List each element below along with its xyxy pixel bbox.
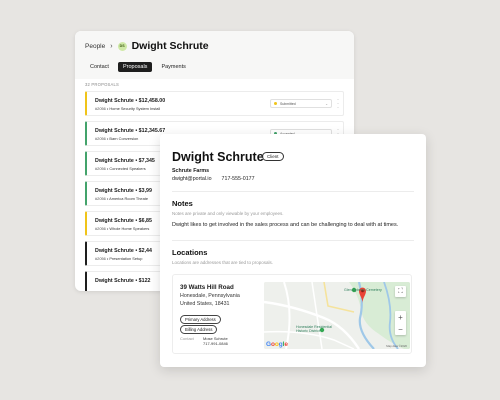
contact-value: Mose Schrute 717-991-0846 <box>203 336 228 346</box>
notes-text[interactable]: Dwight likes to get involved in the sale… <box>172 222 398 228</box>
proposal-subtitle: #2056 • Whole Home Speakers <box>95 226 150 231</box>
map-attribution: Map data ©2020 <box>386 344 407 348</box>
notes-heading: Notes <box>172 199 193 208</box>
tab-bar: Contact Proposals Payments <box>85 62 195 72</box>
proposal-title: Dwight Schrute • $7,345 <box>95 157 155 164</box>
locations-heading: Locations <box>172 248 208 257</box>
contact-info: dwight@portal.io 717-555-0177 <box>172 176 255 182</box>
location-card[interactable]: 39 Watts Hill Road Honesdale, Pennsylvan… <box>172 274 412 354</box>
chevron-down-icon: ⌄ <box>325 102 328 106</box>
billing-address-chip: Billing Address <box>180 325 218 334</box>
proposal-subtitle: #2056 • Connected Speakers <box>95 166 146 171</box>
proposal-subtitle: #2056 • Presentation Setup <box>95 256 143 261</box>
phone-link[interactable]: 717-555-0177 <box>222 176 255 182</box>
proposal-subtitle: #2056 • America Room Theate <box>95 196 148 201</box>
locations-hint: Locations are addresses that are tied to… <box>172 260 274 265</box>
proposal-title: Dwight Schrute • $3,99 <box>95 187 152 194</box>
client-badge: Client <box>262 152 284 161</box>
status-dot-icon <box>274 102 277 105</box>
google-logo: Google <box>266 341 288 348</box>
address-line1: 39 Watts Hill Road <box>180 284 234 291</box>
chevron-right-icon: › <box>110 42 113 50</box>
map-label-cemetery: Glen Dyberry Cemetery <box>344 288 382 292</box>
client-name: Dwight Schrute <box>172 150 264 164</box>
tab-contact[interactable]: Contact <box>85 62 114 72</box>
location-map[interactable]: Glen Dyberry Cemetery Honesdale Resident… <box>264 282 410 349</box>
proposal-title: Dwight Schrute • $12,345.67 <box>95 127 166 134</box>
fullscreen-icon[interactable]: ⛶ <box>395 286 406 297</box>
primary-address-chip: Primary Address <box>180 315 221 324</box>
proposals-count-label: 32 PROPOSALS <box>85 82 120 87</box>
window-header: People › DS Dwight Schrute Contact Propo… <box>75 31 354 79</box>
address-line2: Honesdale, Pennsylvania United States, 18… <box>180 293 240 307</box>
divider <box>172 240 414 241</box>
proposal-title: Dwight Schrute • $122 <box>95 277 151 284</box>
tab-proposals[interactable]: Proposals <box>117 62 153 72</box>
page-title: Dwight Schrute <box>131 40 209 52</box>
breadcrumb: People › DS Dwight Schrute <box>85 40 209 52</box>
status-dropdown[interactable]: Submitted ⌄ <box>270 99 332 108</box>
contact-label: Contact <box>180 336 194 341</box>
proposal-title: Dwight Schrute • $2,44 <box>95 247 152 254</box>
notes-hint: Notes are private and only viewable by y… <box>172 211 284 216</box>
proposal-title: Dwight Schrute • $12,458.00 <box>95 97 166 104</box>
breadcrumb-people-link[interactable]: People <box>85 43 105 50</box>
email-link[interactable]: dwight@portal.io <box>172 176 212 182</box>
divider <box>172 191 414 192</box>
map-label-district: Honesdale Residential Historic District <box>296 325 332 334</box>
client-detail-card: Dwight Schrute Client Schrute Farms dwig… <box>160 134 426 367</box>
more-options-icon[interactable]: ··· <box>337 97 339 111</box>
proposal-title: Dwight Schrute • $6,85 <box>95 217 152 224</box>
zoom-in-button[interactable]: + <box>395 311 406 323</box>
zoom-out-button[interactable]: − <box>395 323 406 335</box>
map-graphic <box>264 282 410 349</box>
proposal-subtitle: #2056 • Home Security System Install <box>95 106 161 111</box>
company-name: Schrute Farms <box>172 168 210 174</box>
avatar: DS <box>117 41 127 51</box>
proposal-row[interactable]: Dwight Schrute • $12,458.00 #2056 • Home… <box>85 91 344 116</box>
tab-payments[interactable]: Payments <box>156 62 190 72</box>
zoom-control: + − <box>395 311 406 335</box>
proposal-subtitle: #2056 • Barn Conversion <box>95 136 139 141</box>
